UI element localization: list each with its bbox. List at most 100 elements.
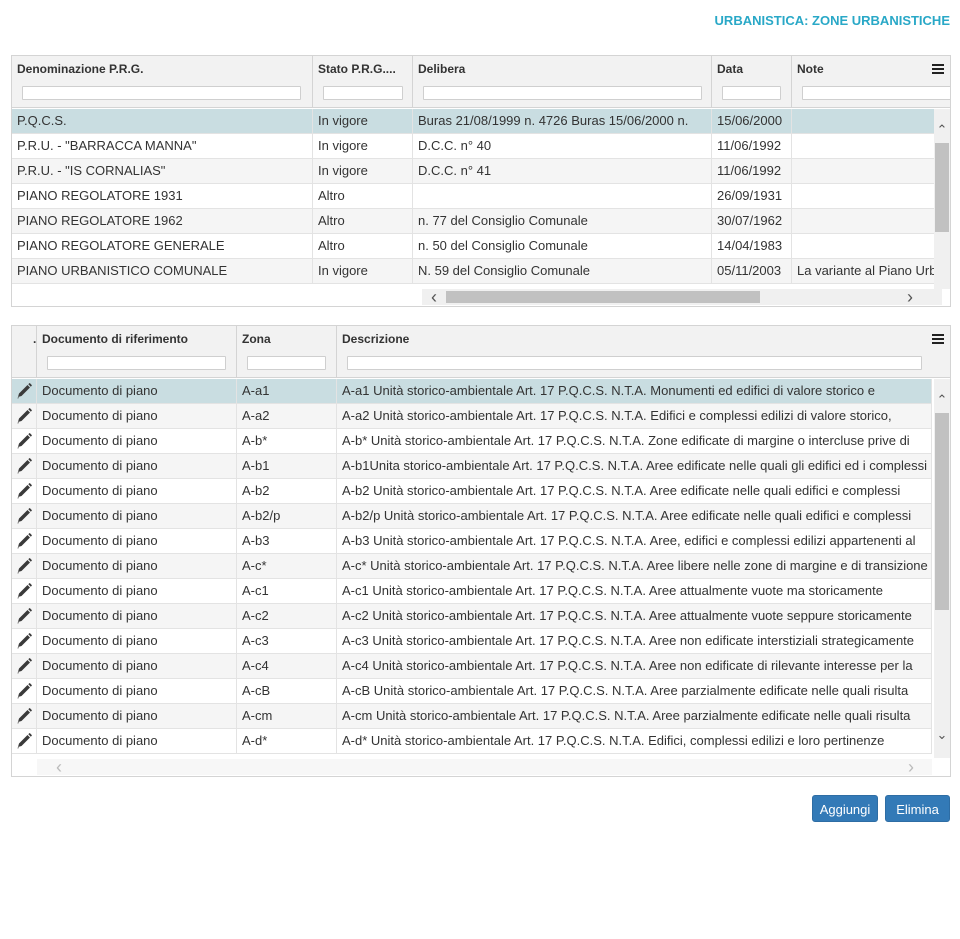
cell-documento: Documento di piano <box>37 404 237 429</box>
cell-action <box>12 479 37 504</box>
table-row[interactable]: Documento di piano A-cB A-cB Unità storico… <box>12 679 932 704</box>
table-row[interactable]: Documento di piano A-c4 A-c4 Unità storico… <box>12 654 932 679</box>
cell-denominazione: PIANO REGOLATORE 1931 <box>12 184 313 209</box>
pencil-icon[interactable] <box>16 458 34 474</box>
scroll-down-icon[interactable]: ⌄ <box>934 727 950 743</box>
cell-data: 26/09/1931 <box>712 184 792 209</box>
cell-zona: A-a1 <box>237 379 337 404</box>
col-header-delibera[interactable]: Delibera <box>413 56 712 108</box>
scroll-up-icon[interactable]: ⌃ <box>934 392 950 408</box>
table-row[interactable]: Documento di piano A-c* A-c* Unità storico… <box>12 554 932 579</box>
zone-grid-horizontal-scrollbar[interactable]: ‹ › <box>37 758 932 776</box>
pencil-icon[interactable] <box>16 708 34 724</box>
filter-descrizione[interactable] <box>347 356 922 370</box>
cell-descrizione: A-c3 Unità storico-ambientale Art. 17 P.… <box>337 629 932 654</box>
table-row[interactable]: Documento di piano A-c1 A-c1 Unità storico… <box>12 579 932 604</box>
cell-documento: Documento di piano <box>37 604 237 629</box>
scrollbar-thumb[interactable] <box>935 413 949 610</box>
table-row[interactable]: P.R.U. - "BARRACCA MANNA" In vigore D.C.C.… <box>12 134 934 159</box>
col-header-zona[interactable]: Zona <box>237 326 337 378</box>
scrollbar-thumb[interactable] <box>446 291 760 303</box>
cell-delibera: Buras 21/08/1999 n. 4726 Buras 15/06/200… <box>413 109 712 134</box>
filter-documento[interactable] <box>47 356 226 370</box>
pencil-icon[interactable] <box>16 433 34 449</box>
add-button[interactable]: Aggiungi <box>812 795 878 822</box>
cell-documento: Documento di piano <box>37 654 237 679</box>
table-row[interactable]: Documento di piano A-a2 A-a2 Unità storico… <box>12 404 932 429</box>
cell-delibera: D.C.C. n° 40 <box>413 134 712 159</box>
filter-denominazione[interactable] <box>22 86 301 100</box>
pencil-icon[interactable] <box>16 508 34 524</box>
zone-grid-vertical-scrollbar[interactable]: ⌃ ⌄ <box>934 379 950 758</box>
table-row[interactable]: Documento di piano A-b2/p A-b2/p Unità sto… <box>12 504 932 529</box>
cell-zona: A-c3 <box>237 629 337 654</box>
pencil-icon[interactable] <box>16 383 34 399</box>
cell-descrizione: A-b* Unità storico-ambientale Art. 17 P.… <box>337 429 932 454</box>
filter-zona[interactable] <box>247 356 326 370</box>
table-row[interactable]: Documento di piano A-cm A-cm Unità storico… <box>12 704 932 729</box>
col-header-documento[interactable]: Documento di riferimento <box>37 326 237 378</box>
pencil-icon[interactable] <box>16 558 34 574</box>
cell-documento: Documento di piano <box>37 729 237 754</box>
cell-note <box>792 209 950 234</box>
scroll-right-icon[interactable]: › <box>902 288 918 306</box>
cell-zona: A-b* <box>237 429 337 454</box>
cell-zona: A-b1 <box>237 454 337 479</box>
cell-zona: A-b2/p <box>237 504 337 529</box>
cell-documento: Documento di piano <box>37 529 237 554</box>
column-menu-icon[interactable] <box>926 326 950 352</box>
table-row[interactable]: PIANO URBANISTICO COMUNALE In vigore N. 59… <box>12 259 936 284</box>
pencil-icon[interactable] <box>16 483 34 499</box>
col-header-denominazione[interactable]: Denominazione P.R.G. <box>12 56 313 108</box>
scroll-left-icon[interactable]: ‹ <box>51 758 67 776</box>
table-row[interactable]: Documento di piano A-b* A-b* Unità storico… <box>12 429 932 454</box>
cell-zona: A-a2 <box>237 404 337 429</box>
scroll-right-icon[interactable]: › <box>903 758 919 776</box>
column-menu-icon[interactable] <box>926 56 950 82</box>
table-row[interactable]: Documento di piano A-b1 A-b1Unita storico-… <box>12 454 932 479</box>
table-row[interactable]: PIANO REGOLATORE 1962 Altro n. 77 del Cons… <box>12 209 934 234</box>
table-row[interactable]: P.Q.C.S. In vigore Buras 21/08/1999 n. 472… <box>12 109 934 134</box>
pencil-icon[interactable] <box>16 683 34 699</box>
cell-action <box>12 704 37 729</box>
col-header-stato[interactable]: Stato P.R.G.... <box>313 56 413 108</box>
filter-delibera[interactable] <box>423 86 702 100</box>
cell-stato: In vigore <box>313 134 413 159</box>
filter-stato[interactable] <box>323 86 403 100</box>
table-row[interactable]: Documento di piano A-a1 A-a1 Unità storico… <box>12 379 932 404</box>
cell-zona: A-c2 <box>237 604 337 629</box>
prg-grid-horizontal-scrollbar[interactable]: ‹ › <box>422 288 942 306</box>
cell-note <box>792 159 950 184</box>
scroll-left-icon[interactable]: ‹ <box>426 288 442 306</box>
cell-action <box>12 379 37 404</box>
pencil-icon[interactable] <box>16 733 34 749</box>
pencil-icon[interactable] <box>16 533 34 549</box>
table-row[interactable]: PIANO REGOLATORE 1931 Altro 26/09/1931 <box>12 184 934 209</box>
scrollbar-thumb[interactable] <box>935 143 949 232</box>
prg-grid-vertical-scrollbar[interactable]: ⌃ <box>934 109 950 289</box>
cell-denominazione: PIANO URBANISTICO COMUNALE <box>12 259 313 284</box>
delete-button[interactable]: Elimina <box>885 795 950 822</box>
cell-documento: Documento di piano <box>37 679 237 704</box>
pencil-icon[interactable] <box>16 608 34 624</box>
scroll-up-icon[interactable]: ⌃ <box>934 122 950 138</box>
pencil-icon[interactable] <box>16 408 34 424</box>
table-row[interactable]: PIANO REGOLATORE GENERALE Altro n. 50 del … <box>12 234 934 259</box>
cell-documento: Documento di piano <box>37 504 237 529</box>
col-header-descrizione[interactable]: Descrizione <box>337 326 950 378</box>
cell-documento: Documento di piano <box>37 454 237 479</box>
cell-data: 11/06/1992 <box>712 134 792 159</box>
table-row[interactable]: P.R.U. - "IS CORNALIAS" In vigore D.C.C. n… <box>12 159 934 184</box>
table-row[interactable]: Documento di piano A-c2 A-c2 Unità storico… <box>12 604 932 629</box>
col-header-data[interactable]: Data <box>712 56 792 108</box>
pencil-icon[interactable] <box>16 633 34 649</box>
filter-data[interactable] <box>722 86 781 100</box>
table-row[interactable]: Documento di piano A-d* A-d* Unità storico… <box>12 729 932 754</box>
table-row[interactable]: Documento di piano A-c3 A-c3 Unità storico… <box>12 629 932 654</box>
cell-action <box>12 604 37 629</box>
table-row[interactable]: Documento di piano A-b3 A-b3 Unità storico… <box>12 529 932 554</box>
table-row[interactable]: Documento di piano A-b2 A-b2 Unità storico… <box>12 479 932 504</box>
pencil-icon[interactable] <box>16 583 34 599</box>
pencil-icon[interactable] <box>16 658 34 674</box>
filter-note[interactable] <box>802 86 950 100</box>
